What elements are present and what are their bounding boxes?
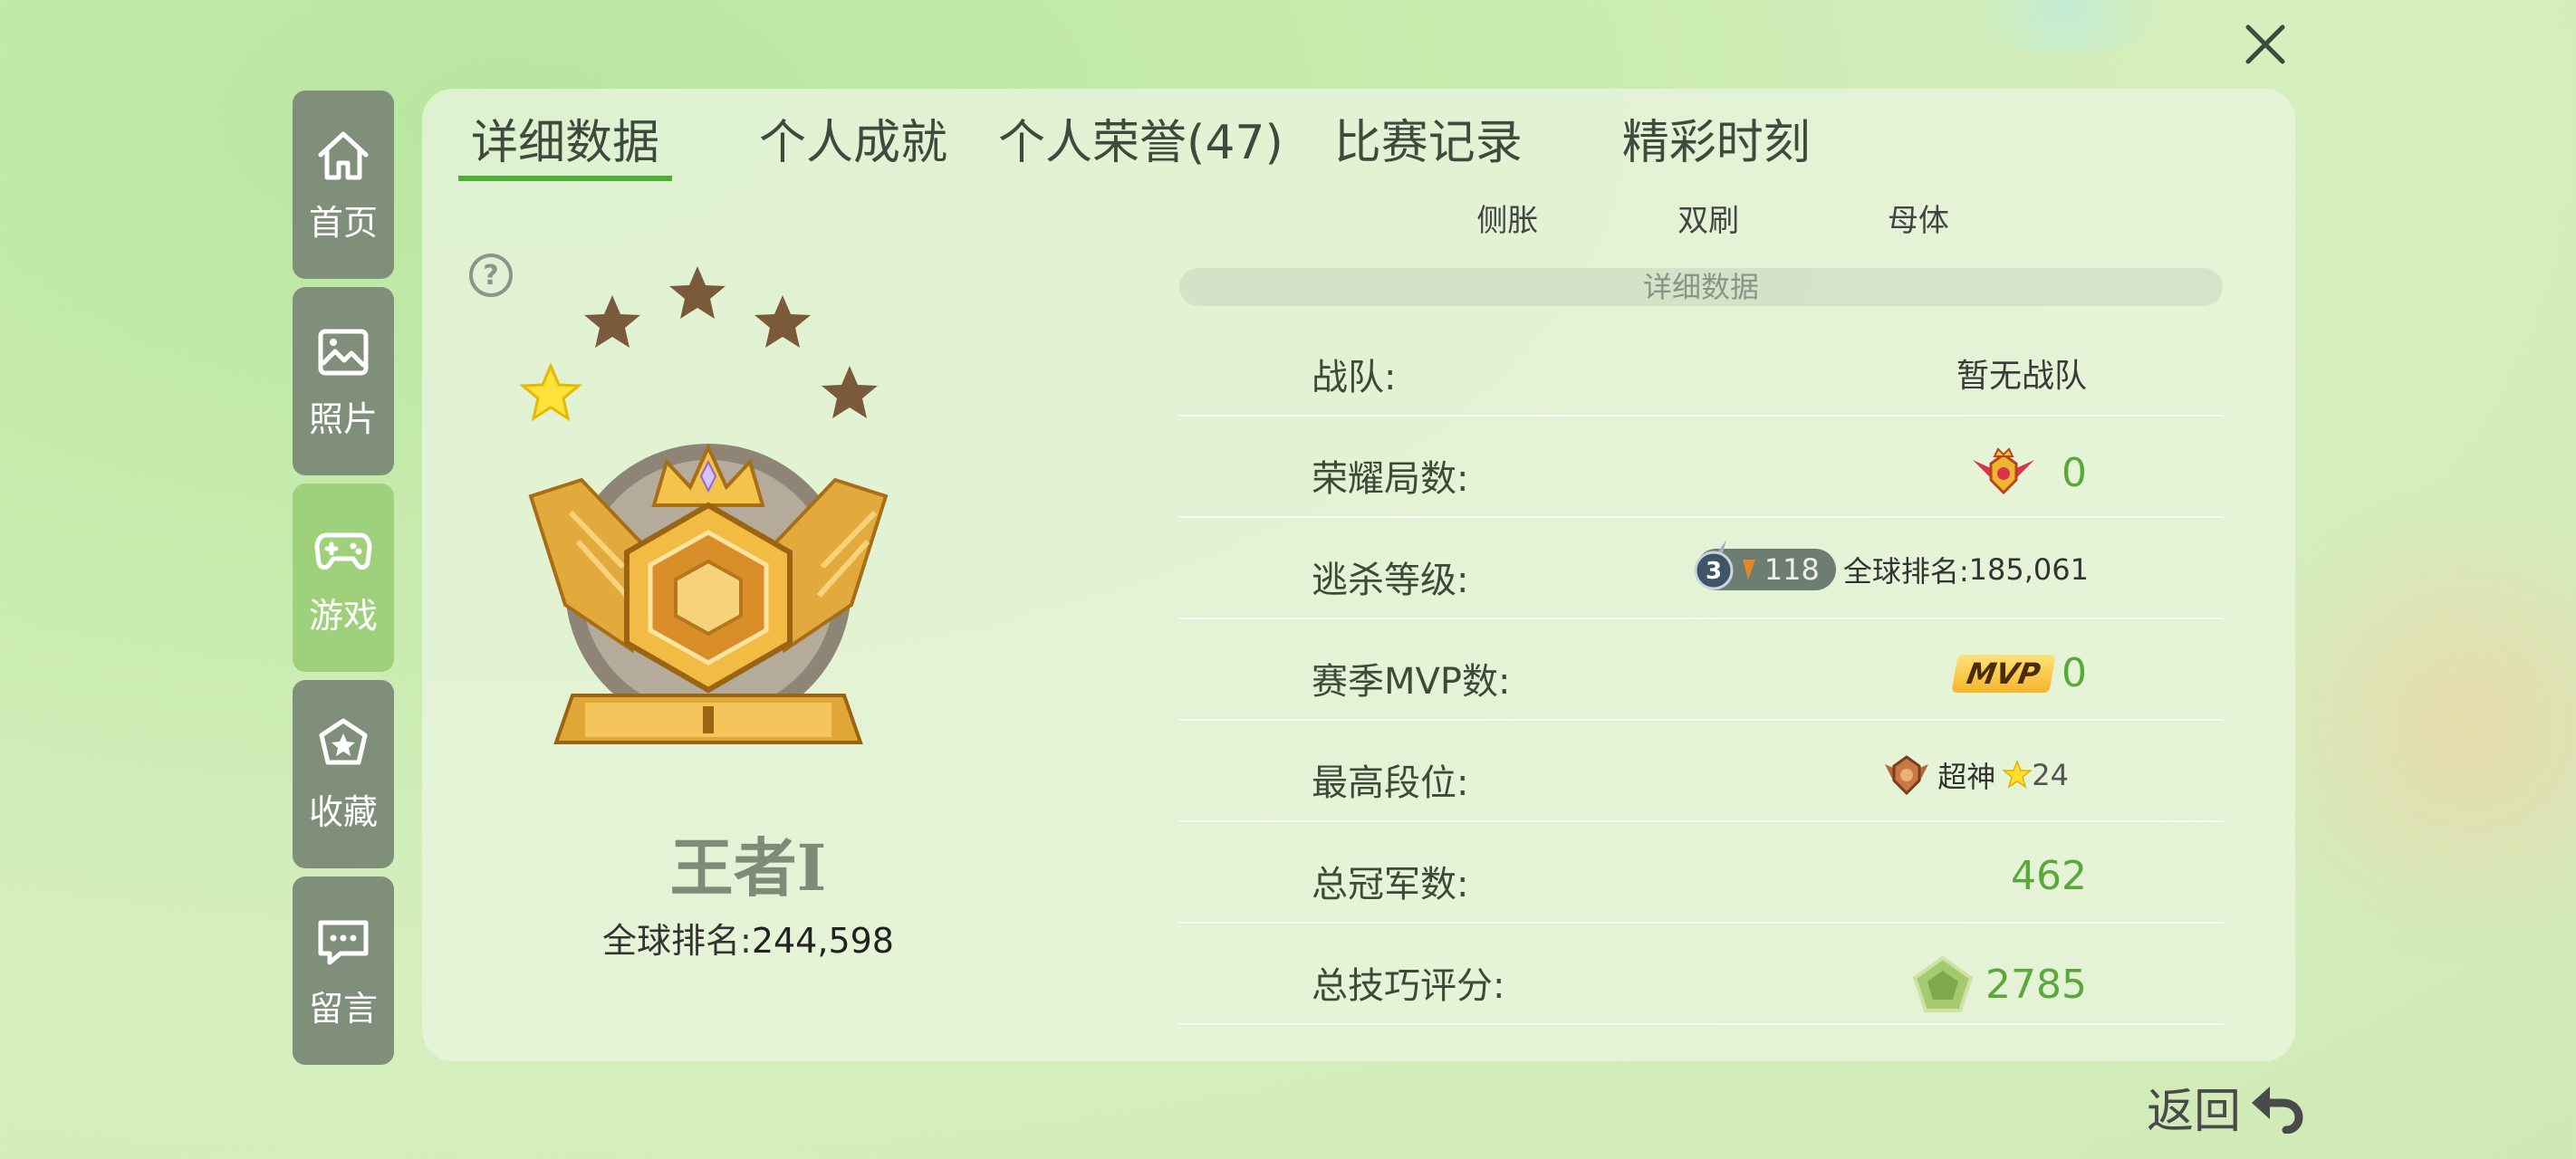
stat-value-group: 462 <box>2011 853 2087 899</box>
mvp-count: 0 <box>2062 650 2087 696</box>
back-button[interactable]: 返回 <box>2147 1073 2304 1141</box>
mode-selector: 侧胀 双刷 母体 <box>1400 196 2034 241</box>
stat-label: 最高段位: <box>1312 762 1469 804</box>
skill-score: 2785 <box>1985 961 2087 1008</box>
sidebar-item-favorites[interactable]: 收藏 <box>293 680 394 868</box>
sidebar-item-label: 游戏 <box>308 595 378 636</box>
stat-label: 荣耀局数: <box>1312 458 1469 500</box>
sidebar-item-messages[interactable]: 留言 <box>293 876 394 1065</box>
star-empty-icon <box>822 366 878 418</box>
escape-level-value: 118 <box>1764 552 1820 587</box>
sidebar-item-home[interactable]: 首页 <box>293 91 394 279</box>
background-decoration <box>2250 453 2576 996</box>
stat-label: 赛季MVP数: <box>1312 661 1511 703</box>
glory-crest-icon <box>1973 447 2034 495</box>
stat-row-team: 战队: 暂无战队 <box>1179 315 2223 417</box>
image-icon <box>318 329 369 375</box>
star-empty-icon <box>755 295 811 348</box>
gamepad-icon <box>314 532 372 570</box>
escape-tier-icon: 3 <box>1694 540 1755 590</box>
stat-value: 暂无战队 <box>1956 358 2087 395</box>
mode-option[interactable]: 双刷 <box>1615 196 1802 241</box>
global-rank-value: 244,598 <box>751 921 894 961</box>
stat-row-season-mvp: 赛季MVP数: MVP 0 <box>1179 619 2223 721</box>
stat-row-skill-score: 总技巧评分: 2785 <box>1179 924 2223 1025</box>
stat-row-highest-tier: 最高段位: 超神 24 <box>1179 721 2223 822</box>
star-empty-icon <box>669 266 726 319</box>
stats-list: 战队: 暂无战队 荣耀局数: 0 逃杀等级: 3 118 全球排名: 185,0… <box>1179 315 2223 1025</box>
stat-row-escape-level: 逃杀等级: 3 118 全球排名: 185,061 <box>1179 518 2223 619</box>
escape-rank-value: 185,061 <box>1968 552 2089 587</box>
star-icon <box>319 718 368 764</box>
section-header: 详细数据 <box>1179 268 2223 306</box>
close-icon <box>2245 24 2285 64</box>
sidebar-item-label: 收藏 <box>308 791 378 832</box>
mode-option[interactable]: 侧胀 <box>1400 196 1615 241</box>
stat-value-group: MVP 0 <box>1951 650 2087 696</box>
stat-value-group: 超神 24 <box>1881 752 2069 799</box>
mode-option[interactable]: 母体 <box>1802 196 2034 241</box>
star-filled-icon <box>2003 761 2033 789</box>
sidebar-item-label: 照片 <box>308 398 378 439</box>
skill-pentagon-icon <box>1912 955 1974 1012</box>
sidebar: 首页 照片 游戏 收藏 留言 <box>293 91 394 1073</box>
sidebar-item-label: 首页 <box>308 202 378 243</box>
tier-star-count: 24 <box>2032 758 2069 792</box>
return-arrow-icon <box>2252 1086 2303 1134</box>
rank-name: 王者I <box>669 830 827 905</box>
star-empty-icon <box>584 295 640 348</box>
stat-label: 总冠军数: <box>1312 864 1469 905</box>
tab-honors[interactable]: 个人荣誉(47) <box>998 114 1283 181</box>
stat-row-champions: 总冠军数: 462 <box>1179 822 2223 924</box>
global-rank-label: 全球排名: <box>602 921 752 961</box>
close-button[interactable] <box>2234 13 2297 76</box>
tab-bar: 详细数据 个人成就 个人荣誉(47) 比赛记录 精彩时刻 <box>458 114 1811 187</box>
tier-crest-icon <box>1885 755 1929 796</box>
stat-row-glory: 荣耀局数: 0 <box>1179 417 2223 518</box>
message-icon <box>318 920 369 964</box>
sidebar-item-games[interactable]: 游戏 <box>293 484 394 672</box>
tab-detailed-data[interactable]: 详细数据 <box>458 114 673 181</box>
escape-level-pill: 3 118 <box>1694 540 1836 590</box>
star-filled-icon <box>519 362 582 422</box>
stat-label: 总技巧评分: <box>1312 965 1505 1007</box>
glory-count: 0 <box>2062 449 2087 496</box>
tab-highlights[interactable]: 精彩时刻 <box>1622 114 1811 181</box>
stat-label: 战队: <box>1312 357 1397 398</box>
tier-name: 超神 <box>1937 760 1996 794</box>
home-icon <box>318 131 369 179</box>
rank-stars <box>519 266 878 422</box>
profile-panel: 详细数据 个人成就 个人荣誉(47) 比赛记录 精彩时刻 侧胀 双刷 母体 ? <box>422 89 2295 1061</box>
stat-value-group: 0 <box>1969 447 2087 498</box>
stat-value-group: 3 118 全球排名: 185,061 <box>1694 540 2089 590</box>
mvp-badge: MVP <box>1951 654 2056 693</box>
sidebar-item-label: 留言 <box>308 988 378 1029</box>
tab-match-history[interactable]: 比赛记录 <box>1334 114 1523 181</box>
champion-count: 462 <box>2011 853 2087 899</box>
background-decoration <box>1947 0 2183 54</box>
escape-tier-number: 3 <box>1706 558 1722 585</box>
stat-label: 逃杀等级: <box>1312 560 1469 601</box>
tab-achievements[interactable]: 个人成就 <box>759 114 947 181</box>
escape-rank-label: 全球排名: <box>1842 554 1969 589</box>
stat-value-group: 2785 <box>1911 954 2087 1014</box>
rank-emblem <box>495 225 1002 804</box>
sidebar-item-photos[interactable]: 照片 <box>293 287 394 475</box>
back-label: 返回 <box>2147 1085 2242 1139</box>
global-rank: 全球排名:244,598 <box>422 913 1074 963</box>
